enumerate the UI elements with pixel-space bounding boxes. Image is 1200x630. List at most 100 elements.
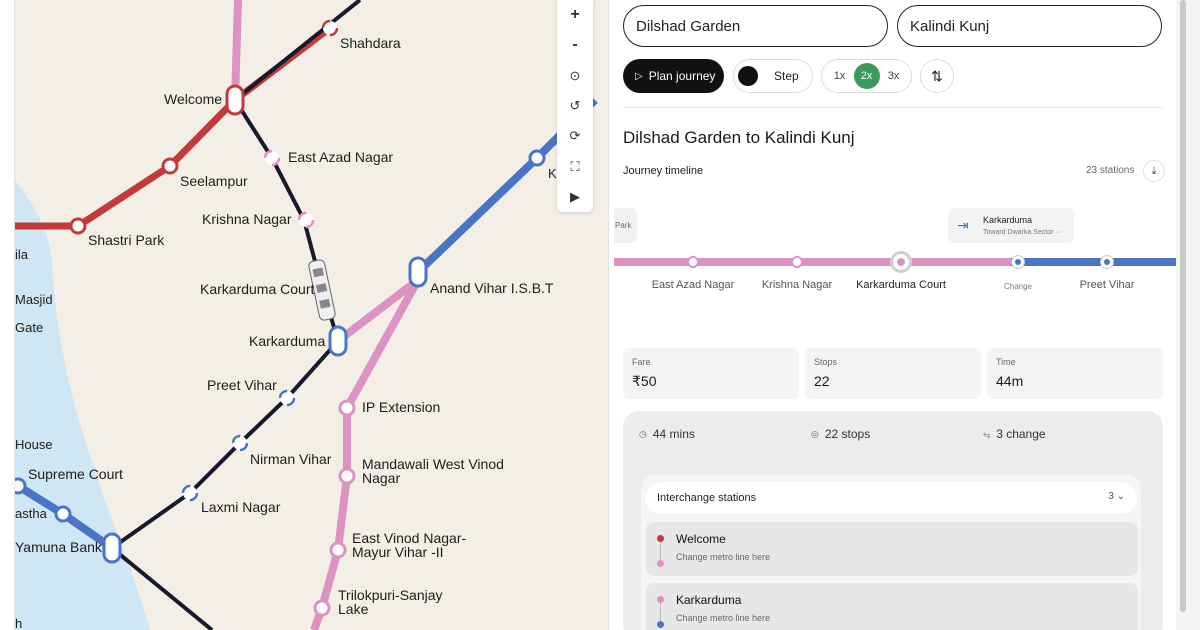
plan-journey-button[interactable]: ▷ Plan journey: [623, 59, 724, 93]
stat-label: Stops: [814, 357, 838, 367]
current-station-direction: Toward Dwarka Sector ···: [983, 229, 1063, 236]
journey-timeline[interactable]: Park ⇥ Karkarduma Toward Dwarka Sector ·…: [614, 200, 1177, 310]
stat-value: ₹50: [632, 373, 657, 389]
station-label: Krishna Nagar: [202, 211, 292, 227]
timeline-stop[interactable]: [791, 256, 803, 268]
station-label: Lake: [338, 601, 369, 617]
timeline-label: Preet Vihar: [1079, 279, 1135, 291]
step-button[interactable]: Step: [733, 59, 813, 93]
speed-2x-button[interactable]: 2x: [853, 63, 880, 89]
edge-label: astha: [15, 506, 48, 521]
summary-time: ◷ 44 mins: [639, 427, 695, 441]
station-label: Supreme Court: [28, 466, 123, 482]
refresh-icon: ⟳: [569, 128, 581, 144]
zoom-in-button[interactable]: +: [557, 0, 593, 30]
station-marker[interactable]: [278, 389, 296, 407]
station-marker[interactable]: [338, 399, 356, 417]
timeline-current-stop[interactable]: [890, 251, 912, 273]
line-connector: [660, 542, 661, 562]
station-marker[interactable]: [54, 505, 72, 523]
interchange-station-subtitle: Change metro line here: [676, 552, 771, 562]
station-marker[interactable]: [338, 467, 356, 485]
current-station-chip[interactable]: ⇥ Karkarduma Toward Dwarka Sector ···: [948, 208, 1074, 243]
station-count: 23 stations: [1086, 165, 1135, 176]
timeline-pink-segment: [614, 258, 1011, 266]
station-marker[interactable]: [181, 484, 199, 502]
locate-button[interactable]: ⊙: [557, 61, 593, 91]
stat-value: 44m: [996, 373, 1024, 389]
station-marker[interactable]: [313, 599, 331, 617]
to-station-input[interactable]: Kalindi Kunj: [897, 5, 1162, 47]
divider: [623, 107, 1163, 108]
interchange-header[interactable]: Interchange stations 3 ⌄: [645, 482, 1137, 514]
journey-panel: Dilshad Garden Kalindi Kunj ▷ Plan journ…: [608, 0, 1177, 630]
stops-stat: Stops 22: [805, 348, 981, 399]
station-marker[interactable]: [263, 149, 281, 167]
download-icon: ⤓: [1151, 164, 1157, 177]
station-marker[interactable]: [102, 532, 122, 564]
station-label: Laxmi Nagar: [201, 499, 281, 515]
station-marker[interactable]: [329, 541, 347, 559]
interchange-station-name: Karkarduma: [676, 593, 742, 607]
station-label: Nirman Vihar: [250, 451, 332, 467]
summary-time-text: 44 mins: [652, 427, 695, 441]
timeline-stop[interactable]: [1101, 256, 1113, 268]
station-marker[interactable]: [225, 84, 245, 116]
edge-label: Gate: [15, 320, 43, 335]
metro-map-canvas[interactable]: Shahdara Welcome East Azad Nagar Seelamp…: [0, 0, 608, 630]
chevron-down-icon: ⌄: [1116, 491, 1125, 502]
station-marker[interactable]: [321, 19, 339, 37]
timeline-change[interactable]: [1012, 256, 1024, 268]
stat-label: Fare: [632, 357, 651, 367]
summary-stops-text: 22 stops: [824, 427, 871, 441]
station-label: Mayur Vihar -II: [352, 544, 444, 560]
metro-map[interactable]: Shahdara Welcome East Azad Nagar Seelamp…: [0, 0, 608, 630]
direction-icon: ⇥: [957, 217, 969, 233]
swap-icon: ⇅: [931, 67, 943, 84]
interchange-station-card[interactable]: Welcome Change metro line here: [646, 522, 1138, 576]
interchange-station-name: Welcome: [676, 532, 726, 546]
speed-1x-button[interactable]: 1x: [827, 63, 853, 89]
station-marker[interactable]: [231, 434, 249, 452]
line-connector: [660, 603, 661, 623]
map-toolbar: + - ⊙ ↺ ⟳ ⛶ ▶: [557, 0, 593, 212]
play-video-icon: ▶: [570, 188, 580, 204]
station-marker[interactable]: [528, 149, 546, 167]
download-button[interactable]: ⤓: [1143, 160, 1165, 182]
interchange-station-card[interactable]: Karkarduma Change metro line here: [646, 583, 1138, 630]
play-video-button[interactable]: ▶: [557, 182, 593, 212]
refresh-button[interactable]: ⟳: [557, 121, 593, 151]
station-marker[interactable]: [408, 256, 428, 288]
locate-icon: ⊙: [569, 67, 581, 83]
timeline-stop[interactable]: [687, 256, 699, 268]
timeline-blue-segment: [1011, 258, 1177, 266]
station-marker[interactable]: [297, 211, 315, 229]
timeline-label: Journey timeline: [623, 165, 704, 177]
station-marker[interactable]: [69, 217, 87, 235]
zoom-out-icon: -: [572, 36, 578, 54]
scrollbar-thumb[interactable]: [1180, 0, 1186, 612]
station-label: Shahdara: [340, 35, 401, 51]
zoom-in-icon: +: [570, 6, 580, 24]
station-label: Karkarduma: [249, 333, 325, 349]
station-marker[interactable]: [328, 325, 348, 357]
station-label: Shastri Park: [88, 232, 165, 248]
interchange-count: 3 ⌄: [1108, 491, 1125, 502]
interchange-section: Interchange stations 3 ⌄ Welcome Change …: [641, 474, 1141, 630]
step-label: Step: [774, 69, 799, 83]
fullscreen-button[interactable]: ⛶: [557, 151, 593, 181]
zoom-out-button[interactable]: -: [557, 30, 593, 60]
speed-3x-button[interactable]: 3x: [881, 63, 907, 89]
timeline-label: Change: [1003, 282, 1033, 291]
station-label: Anand Vihar I.S.B.T: [430, 280, 554, 296]
undo-button[interactable]: ↺: [557, 91, 593, 121]
play-icon: ▷: [635, 70, 643, 82]
edge-label: K: [548, 166, 557, 181]
line-color-dot: [657, 560, 664, 567]
prev-station-chip[interactable]: Park: [614, 208, 637, 243]
station-marker[interactable]: [161, 157, 179, 175]
stat-label: Time: [996, 357, 1016, 367]
fare-stat: Fare ₹50: [623, 348, 799, 399]
from-station-input[interactable]: Dilshad Garden: [623, 5, 888, 47]
swap-stations-button[interactable]: ⇅: [920, 59, 954, 93]
